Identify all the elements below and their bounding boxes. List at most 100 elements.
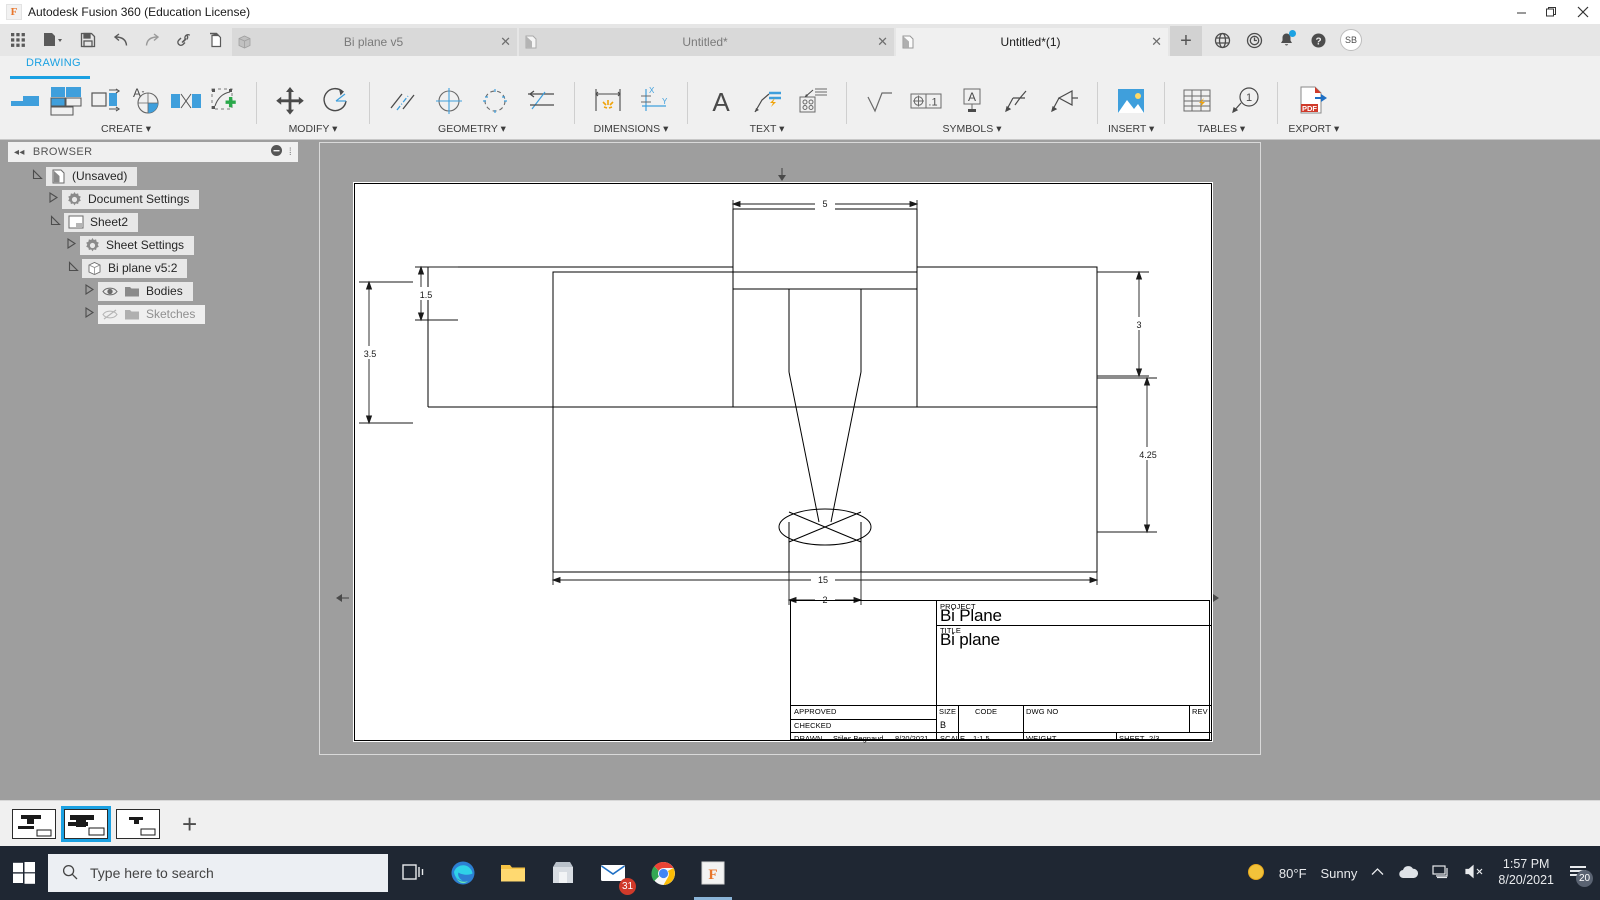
document-tab-untitled[interactable]: Untitled* ✕	[519, 28, 894, 56]
save-icon[interactable]	[72, 25, 104, 55]
minimize-button[interactable]	[1506, 0, 1536, 24]
chevron-down-icon[interactable]: ▾	[663, 123, 668, 135]
tree-item-unsaved[interactable]: (Unsaved)	[8, 166, 298, 186]
microsoft-store-icon[interactable]	[538, 846, 588, 900]
center-mark-icon[interactable]	[426, 80, 472, 122]
expand-arrow-icon[interactable]	[46, 215, 64, 229]
chevron-down-icon[interactable]: ▾	[1149, 123, 1154, 135]
expand-arrow-icon[interactable]	[64, 261, 82, 275]
redo-icon[interactable]	[136, 25, 168, 55]
link-icon[interactable]	[168, 25, 200, 55]
avatar[interactable]: SB	[1340, 29, 1362, 51]
task-view-icon[interactable]	[388, 846, 438, 900]
expand-arrow-icon[interactable]	[28, 169, 46, 183]
action-center-icon[interactable]: 20	[1568, 863, 1590, 883]
datum-identifier-icon[interactable]: A	[949, 80, 995, 122]
undo-icon[interactable]	[104, 25, 136, 55]
close-icon[interactable]: ✕	[500, 34, 511, 50]
volume-muted-icon[interactable]	[1465, 864, 1484, 882]
add-sheet-button[interactable]: +	[182, 811, 197, 837]
copy-icon[interactable]	[200, 25, 232, 55]
weather-desc[interactable]: Sunny	[1321, 866, 1358, 881]
grid-apps-icon[interactable]	[2, 25, 34, 55]
close-icon[interactable]: ✕	[877, 34, 888, 50]
projected-view-icon[interactable]	[46, 80, 86, 122]
tree-item-bodies[interactable]: Bodies	[8, 281, 298, 301]
collapse-arrow-icon[interactable]	[80, 284, 98, 298]
drawing-canvas[interactable]: 5 1.5 3.5	[303, 140, 1600, 800]
weld-symbol-icon[interactable]	[995, 80, 1041, 122]
maximize-restore-button[interactable]	[1536, 0, 1566, 24]
globe-icon[interactable]	[1206, 25, 1238, 55]
network-icon[interactable]	[1432, 864, 1451, 883]
section-view-icon[interactable]	[86, 80, 126, 122]
eye-hidden-icon[interactable]	[102, 306, 118, 322]
chevron-down-icon[interactable]: ▾	[1334, 123, 1339, 135]
dimension-icon[interactable]	[585, 80, 631, 122]
minus-circle-icon[interactable]	[271, 145, 282, 159]
sheet-tab-1[interactable]	[12, 809, 56, 839]
collapse-arrow-icon[interactable]	[62, 238, 80, 252]
rotate-icon[interactable]	[313, 80, 359, 122]
eye-visible-icon[interactable]	[102, 283, 118, 299]
detail-view-icon[interactable]: A	[126, 80, 166, 122]
chevron-down-icon[interactable]: ▾	[1240, 123, 1245, 135]
clock-history-icon[interactable]	[1238, 25, 1270, 55]
start-button[interactable]	[0, 846, 48, 900]
file-icon[interactable]	[34, 25, 72, 55]
weather-temp[interactable]: 80°F	[1279, 866, 1307, 881]
sheet-tab-2[interactable]	[64, 809, 108, 839]
collapse-icon[interactable]: ◂◂	[14, 147, 25, 158]
onedrive-cloud-icon[interactable]	[1398, 865, 1418, 882]
document-tab-bi-plane-v5[interactable]: Bi plane v5 ✕	[232, 28, 517, 56]
file-explorer-icon[interactable]	[488, 846, 538, 900]
leader-text-icon[interactable]	[744, 80, 790, 122]
balloon-icon[interactable]: 1	[1221, 80, 1267, 122]
tree-item-sheet2[interactable]: Sheet2	[8, 212, 298, 232]
tree-item-bi-plane-v5-2[interactable]: Bi plane v5:2	[8, 258, 298, 278]
centerline-icon[interactable]	[380, 80, 426, 122]
help-icon[interactable]: ?	[1302, 25, 1334, 55]
edge-extension-icon[interactable]	[518, 80, 564, 122]
show-hidden-icons-icon[interactable]	[1371, 866, 1384, 881]
close-icon[interactable]: ✕	[1151, 34, 1162, 50]
mail-icon[interactable]: 31	[588, 846, 638, 900]
surface-texture-icon[interactable]	[857, 80, 903, 122]
hole-table-note-icon[interactable]	[790, 80, 836, 122]
panel-grip-icon[interactable]: ⁞	[289, 147, 292, 158]
edge-icon[interactable]	[438, 846, 488, 900]
chevron-down-icon[interactable]: ▾	[501, 123, 506, 135]
center-mark-pattern-icon[interactable]	[472, 80, 518, 122]
tree-item-document-settings[interactable]: Document Settings	[8, 189, 298, 209]
chrome-icon[interactable]	[638, 846, 688, 900]
bell-notification-icon[interactable]	[1270, 25, 1302, 55]
document-tab-untitled-1[interactable]: Untitled*(1) ✕	[896, 28, 1168, 56]
ordinate-dimension-icon[interactable]: X Y	[631, 80, 677, 122]
table-icon[interactable]	[1175, 80, 1221, 122]
chevron-down-icon[interactable]: ▾	[996, 123, 1001, 135]
export-pdf-icon[interactable]: PDF	[1291, 80, 1337, 122]
feature-control-frame-icon[interactable]: .1	[903, 80, 949, 122]
clock[interactable]: 1:57 PM 8/20/2021	[1498, 857, 1554, 888]
tree-item-sketches[interactable]: Sketches	[8, 304, 298, 324]
chevron-down-icon[interactable]: ▾	[332, 123, 337, 135]
title-block[interactable]: PROJECT Bi Plane TITLE Bi plane APPROVED…	[790, 600, 1210, 740]
base-view-icon[interactable]	[6, 80, 46, 122]
text-icon[interactable]: A	[698, 80, 744, 122]
taper-slope-icon[interactable]	[1041, 80, 1087, 122]
break-view-icon[interactable]	[166, 80, 206, 122]
sketch-icon[interactable]	[206, 80, 246, 122]
chevron-down-icon[interactable]: ▾	[779, 123, 784, 135]
new-tab-button[interactable]: +	[1170, 26, 1202, 56]
search-input[interactable]: Type here to search	[48, 854, 388, 892]
collapse-arrow-icon[interactable]	[44, 192, 62, 206]
ribbon-tab-drawing[interactable]: DRAWING	[26, 57, 81, 69]
tree-item-sheet-settings[interactable]: Sheet Settings	[8, 235, 298, 255]
close-button[interactable]	[1566, 0, 1600, 24]
sheet-tab-3[interactable]	[116, 809, 160, 839]
drawing-sheet[interactable]: 5 1.5 3.5	[353, 182, 1213, 742]
move-icon[interactable]	[267, 80, 313, 122]
chevron-down-icon[interactable]: ▾	[146, 123, 151, 135]
fusion360-icon[interactable]: F	[688, 846, 738, 900]
insert-image-icon[interactable]	[1108, 80, 1154, 122]
